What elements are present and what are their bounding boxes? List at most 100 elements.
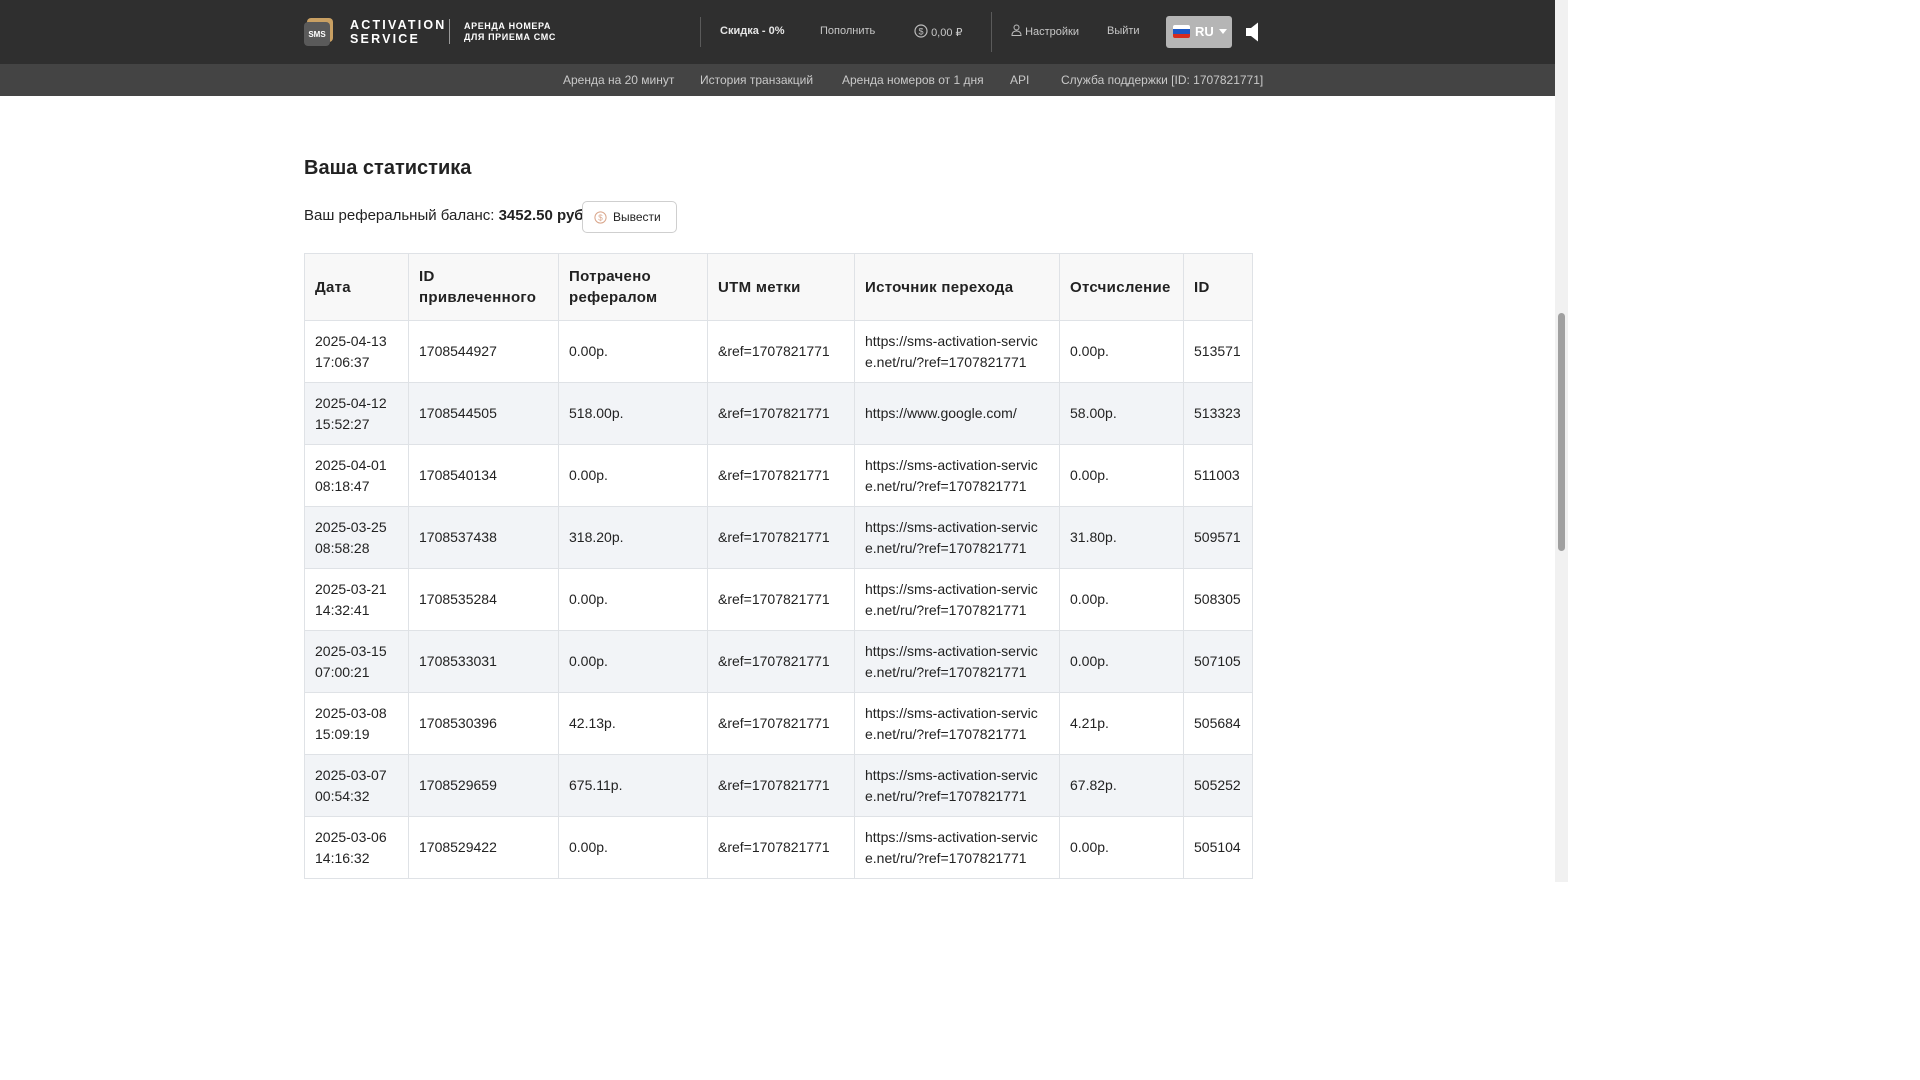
cell-spent: 0.00р. <box>558 568 708 631</box>
column-header-id: ID <box>1183 253 1253 321</box>
table-row: 2025-04-12 15:52:27 1708544505 518.00р. … <box>304 382 1253 445</box>
tagline-line-2: ДЛЯ ПРИЕМА СМС <box>464 32 556 42</box>
cell-utm: &ref=1707821771 <box>707 568 855 631</box>
cell-utm: &ref=1707821771 <box>707 754 855 817</box>
balance-display[interactable]: $ 0,00 ₽ <box>914 24 963 42</box>
cell-referral-id: 1708529422 <box>408 816 559 879</box>
topup-link[interactable]: Пополнить <box>820 25 875 38</box>
cell-source: https://sms-activation-service.net/ru/?r… <box>854 320 1060 383</box>
cell-referral-id: 1708529659 <box>408 754 559 817</box>
coin-icon: $ <box>594 211 607 229</box>
cell-utm: &ref=1707821771 <box>707 692 855 755</box>
nav-rent-from-1-day[interactable]: Аренда номеров от 1 дня <box>842 73 984 87</box>
balance-label: Ваш реферальный баланс: <box>304 207 495 224</box>
language-dropdown[interactable]: RU <box>1166 16 1232 48</box>
table-row: 2025-04-01 08:18:47 1708540134 0.00р. &r… <box>304 444 1253 507</box>
cell-source: https://sms-activation-service.net/ru/?r… <box>854 692 1060 755</box>
cell-commission: 4.21р. <box>1059 692 1184 755</box>
cell-source: https://www.google.com/ <box>854 382 1060 445</box>
cell-utm: &ref=1707821771 <box>707 382 855 445</box>
cell-id: 508305 <box>1183 568 1253 631</box>
column-header-utm: UTM метки <box>707 253 855 321</box>
cell-source: https://sms-activation-service.net/ru/?r… <box>854 506 1060 569</box>
cell-source: https://sms-activation-service.net/ru/?r… <box>854 754 1060 817</box>
nav-support[interactable]: Служба поддержки [ID: 1707821771] <box>1061 73 1263 87</box>
logo-text[interactable]: ACTIVATION SERVICE <box>350 18 447 46</box>
logo-tagline: АРЕНДА НОМЕРА ДЛЯ ПРИЕМА СМС <box>464 21 556 43</box>
cell-referral-id: 1708537438 <box>408 506 559 569</box>
settings-label: Настройки <box>1025 25 1079 38</box>
cell-referral-id: 1708544927 <box>408 320 559 383</box>
referral-balance-value: 3452.50 руб. <box>498 207 588 224</box>
cell-date: 2025-03-15 07:00:21 <box>304 630 409 693</box>
tagline-line-1: АРЕНДА НОМЕРА <box>464 21 551 31</box>
column-header-date: Дата <box>304 253 409 321</box>
cell-commission: 0.00р. <box>1059 444 1184 507</box>
cell-commission: 0.00р. <box>1059 320 1184 383</box>
column-header-commission: Отсчисление <box>1059 253 1184 321</box>
withdraw-button[interactable]: $ Вывести <box>582 201 677 233</box>
withdraw-label: Вывести <box>613 210 661 224</box>
cell-spent: 675.11р. <box>558 754 708 817</box>
nav-rent-20-min[interactable]: Аренда на 20 минут <box>563 73 674 87</box>
referral-balance: Ваш реферальный баланс: 3452.50 руб. <box>304 207 588 224</box>
cell-source: https://sms-activation-service.net/ru/?r… <box>854 444 1060 507</box>
cell-referral-id: 1708535284 <box>408 568 559 631</box>
cell-spent: 0.00р. <box>558 816 708 879</box>
table-row: 2025-03-15 07:00:21 1708533031 0.00р. &r… <box>304 630 1253 693</box>
table-row: 2025-03-08 15:09:19 1708530396 42.13р. &… <box>304 692 1253 755</box>
table-row: 2025-03-25 08:58:28 1708537438 318.20р. … <box>304 506 1253 569</box>
cell-date: 2025-03-25 08:58:28 <box>304 506 409 569</box>
table-header-row: Дата ID привлеченного Потрачено реферало… <box>304 253 1253 321</box>
cell-spent: 318.20р. <box>558 506 708 569</box>
cell-spent: 42.13р. <box>558 692 708 755</box>
cell-id: 505684 <box>1183 692 1253 755</box>
speaker-icon[interactable] <box>1245 22 1261 47</box>
cell-date: 2025-03-21 14:32:41 <box>304 568 409 631</box>
cell-commission: 0.00р. <box>1059 568 1184 631</box>
cell-id: 509571 <box>1183 506 1253 569</box>
column-header-source: Источник перехода <box>854 253 1060 321</box>
svg-text:$: $ <box>918 27 923 37</box>
cell-date: 2025-03-08 15:09:19 <box>304 692 409 755</box>
nav-api[interactable]: API <box>1010 73 1029 87</box>
cell-date: 2025-03-06 14:16:32 <box>304 816 409 879</box>
column-header-spent: Потрачено рефералом <box>558 253 708 321</box>
language-code: RU <box>1195 24 1214 39</box>
logo-line-1: ACTIVATION <box>350 18 447 32</box>
russia-flag-icon <box>1173 25 1190 38</box>
logo-icon[interactable]: SMS <box>304 18 334 46</box>
cell-id: 505104 <box>1183 816 1253 879</box>
cell-utm: &ref=1707821771 <box>707 630 855 693</box>
coin-icon: $ <box>914 24 928 42</box>
column-header-referral-id: ID привлеченного <box>408 253 559 321</box>
svg-text:$: $ <box>598 214 603 223</box>
header-divider <box>700 17 701 47</box>
user-icon <box>1011 24 1022 40</box>
cell-utm: &ref=1707821771 <box>707 506 855 569</box>
cell-source: https://sms-activation-service.net/ru/?r… <box>854 630 1060 693</box>
logout-link[interactable]: Выйти <box>1107 25 1140 38</box>
cell-referral-id: 1708530396 <box>408 692 559 755</box>
page-scrollbar[interactable] <box>1555 0 1568 882</box>
cell-referral-id: 1708540134 <box>408 444 559 507</box>
cell-commission: 58.00р. <box>1059 382 1184 445</box>
cell-spent: 0.00р. <box>558 444 708 507</box>
logo-badge-text: SMS <box>308 30 326 39</box>
logo-divider <box>449 19 450 44</box>
table-row: 2025-03-07 00:54:32 1708529659 675.11р. … <box>304 754 1253 817</box>
logo-line-2: SERVICE <box>350 32 421 46</box>
cell-id: 511003 <box>1183 444 1253 507</box>
cell-id: 513571 <box>1183 320 1253 383</box>
settings-link[interactable]: Настройки <box>1011 24 1079 40</box>
header-divider <box>991 12 992 52</box>
scrollbar-thumb[interactable] <box>1558 313 1565 551</box>
nav-transaction-history[interactable]: История транзакций <box>700 73 813 87</box>
cell-id: 505252 <box>1183 754 1253 817</box>
cell-source: https://sms-activation-service.net/ru/?r… <box>854 816 1060 879</box>
table-row: 2025-03-21 14:32:41 1708535284 0.00р. &r… <box>304 568 1253 631</box>
cell-date: 2025-03-07 00:54:32 <box>304 754 409 817</box>
cell-id: 507105 <box>1183 630 1253 693</box>
cell-commission: 0.00р. <box>1059 816 1184 879</box>
cell-spent: 0.00р. <box>558 320 708 383</box>
